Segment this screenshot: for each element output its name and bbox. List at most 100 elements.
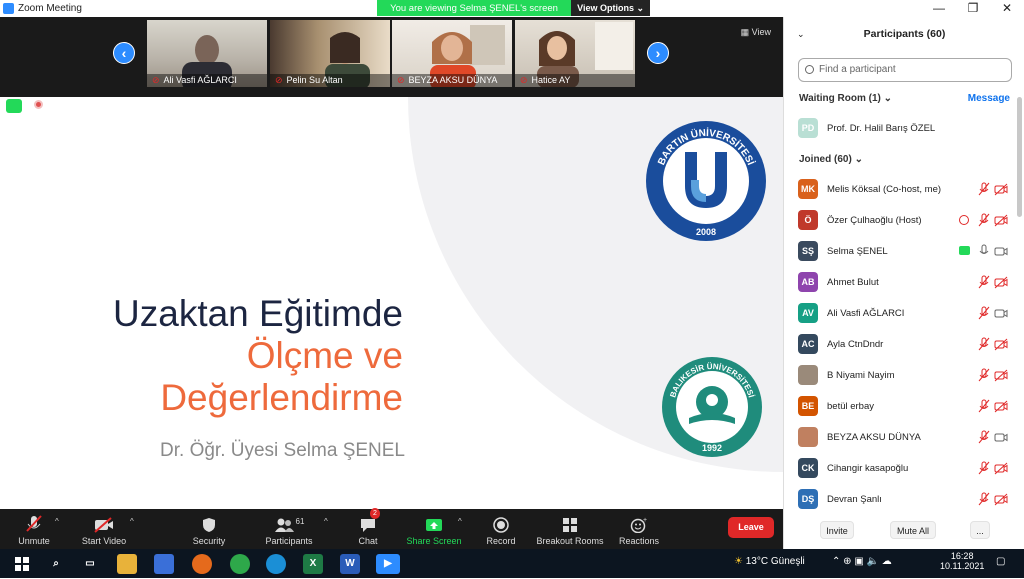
muted-mic-icon: ⊘ [152,75,160,85]
participant-row[interactable]: MK Melis Köksal (Co-host, me) [784,175,1016,206]
avatar: Ö [798,210,818,230]
participant-row[interactable]: BEYZA AKSU DÜNYA [784,423,1016,454]
participants-panel: ⌄ Participants (60) Find a participant W… [783,17,1024,549]
view-options-button[interactable]: View Options ⌄ [571,0,650,16]
chrome-icon[interactable] [230,554,250,574]
avatar [798,427,818,447]
word-icon[interactable]: W [340,554,360,574]
participant-row[interactable]: DŞ Devran Şanlı [784,485,1016,516]
participants-button[interactable]: 61 Participants [262,509,316,549]
audio-options-caret[interactable]: ^ [55,517,59,526]
participant-name: Prof. Dr. Halil Barış ÖZEL [827,123,936,134]
share-options-caret[interactable]: ^ [458,517,462,526]
balikesir-university-logo: BALIKESİR ÜNİVERSİTESİ 1992 [662,357,762,457]
time-text: 16:28 [950,551,974,561]
maximize-icon[interactable]: ❐ [956,0,990,17]
avatar: AV [798,303,818,323]
weather-widget[interactable]: ☀ 13°C Güneşli [734,556,805,567]
participants-label: Participants [265,536,313,546]
thumbnail-name: Hatice AY [531,75,571,85]
record-label: Record [486,536,516,546]
store-icon[interactable] [154,554,174,574]
participant-row[interactable]: B Niyami Nayim [784,361,1016,392]
windows-start-icon[interactable] [12,554,32,574]
joined-header[interactable]: Joined (60) ⌄ [799,154,863,165]
recording-indicator-icon [34,100,43,109]
mic-icon [979,244,989,254]
edge-icon[interactable] [266,554,286,574]
video-thumbnail-strip: ‹ ⊘ Ali Vasfi AĞLARCI ⊘ Pelin Su Altan ⊘ BE… [0,17,783,97]
chat-icon [361,519,375,532]
logo1-year: 2008 [696,227,716,237]
window-title: Zoom Meeting [18,3,82,14]
participant-row[interactable]: SŞ Selma ŞENEL [784,237,1016,268]
breakout-rooms-label: Breakout Rooms [536,536,604,546]
muted-mic-icon [978,213,990,227]
video-thumbnail[interactable]: ⊘ Pelin Su Altan [270,20,390,87]
breakout-rooms-icon [563,518,577,532]
breakout-rooms-button[interactable]: Breakout Rooms [536,509,604,549]
thumbnail-name: Pelin Su Altan [286,75,343,85]
slide-title-line3: Değerlendirme [160,377,403,418]
mute-all-button[interactable]: Mute All [890,521,936,539]
participants-options-caret[interactable]: ^ [324,517,328,526]
chat-button[interactable]: 2 Chat [350,508,386,549]
participant-name: betül erbay [827,401,875,412]
share-screen-button[interactable]: Share Screen [404,509,464,549]
video-icon [994,247,1008,256]
video-thumbnail[interactable]: ⊘ BEYZA AKSU DÜNYA [392,20,512,87]
bartin-university-logo: BARTIN ÜNİVERSİTESİ 2008 [646,121,766,241]
prev-page-button[interactable]: ‹ [113,42,135,64]
message-waiting-button[interactable]: Message [968,93,1010,104]
reactions-button[interactable]: + Reactions [616,509,662,549]
security-label: Security [192,536,226,546]
file-explorer-icon[interactable] [117,554,137,574]
participant-row[interactable]: AV Ali Vasfi AĞLARCI [784,299,1016,330]
invite-button[interactable]: Invite [820,521,854,539]
shield-icon [203,518,215,532]
muted-mic-icon [26,515,42,532]
video-thumbnail[interactable]: ⊘ Ali Vasfi AĞLARCI [147,20,267,87]
find-participant-input[interactable]: Find a participant [798,58,1012,82]
view-menu[interactable]: ▦ View [741,27,771,38]
video-thumbnail[interactable]: ⊘ Hatice AY [515,20,635,87]
clock[interactable]: 16:28 10.11.2021 [940,551,984,571]
next-page-button[interactable]: › [647,42,669,64]
muted-mic-icon [978,399,990,413]
search-icon[interactable]: ⌕ [46,554,66,574]
participant-row[interactable]: Ö Özer Çulhaoğlu (Host) [784,206,1016,237]
avatar: BE [798,396,818,416]
waiting-room-header[interactable]: Waiting Room (1) ⌄ [799,93,892,104]
start-video-button[interactable]: Start Video [78,509,130,549]
participant-row[interactable]: CK Cihangir kasapoğlu [784,454,1016,485]
scrollbar[interactable] [1017,97,1022,217]
slide-author: Dr. Öğr. Üyesi Selma ŞENEL [160,440,405,461]
more-options-button[interactable]: ... [970,521,990,539]
task-view-icon[interactable]: ▭ [80,554,100,574]
excel-icon[interactable]: X [303,554,323,574]
participant-name: Devran Şanlı [827,494,882,505]
video-options-caret[interactable]: ^ [130,517,134,526]
close-icon[interactable]: ✕ [990,0,1024,17]
collapse-chevron-icon[interactable]: ⌄ [797,17,805,51]
waiting-participant-row[interactable]: PD Prof. Dr. Halil Barış ÖZEL [784,114,1016,145]
reactions-label: Reactions [618,536,660,546]
unmute-button[interactable]: Unmute [10,509,58,549]
participant-row[interactable]: AC Ayla CtnDndr [784,330,1016,361]
view-label: View [751,27,771,37]
sun-icon: ☀ [734,556,746,567]
encryption-shield-icon[interactable] [6,99,22,113]
leave-button[interactable]: Leave [728,517,774,538]
record-button[interactable]: Record [482,509,520,549]
security-button[interactable]: Security [188,509,230,549]
participants-icon [274,518,294,532]
firefox-icon[interactable] [192,554,212,574]
notifications-icon[interactable]: ▢ [996,556,1005,567]
participant-row[interactable]: AB Ahmet Bulut [784,268,1016,299]
system-tray-icons[interactable]: ⌃ ⊕ ▣ 🔈 ☁ [832,556,892,567]
zoom-taskbar-icon[interactable]: ▶ [376,554,400,574]
participant-row[interactable]: BE betül erbay [784,392,1016,423]
participant-name: Melis Köksal (Co-host, me) [827,184,942,195]
windows-taskbar: ⌕ ▭ X W ▶ ☀ 13°C Güneşli ⌃ ⊕ ▣ 🔈 ☁ 16:28… [0,549,1024,578]
minimize-icon[interactable]: — [922,0,956,17]
